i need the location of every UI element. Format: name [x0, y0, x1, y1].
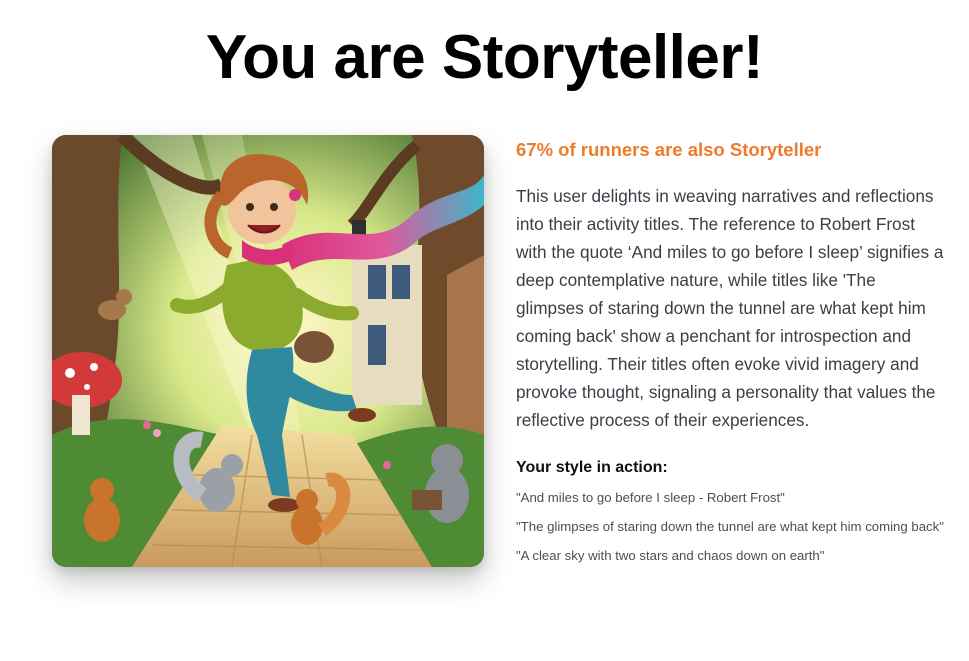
page-title: You are Storyteller! [205, 23, 764, 92]
example-quote: "The glimpses of staring down the tunnel… [516, 519, 944, 534]
persona-description: This user delights in weaving narratives… [516, 186, 944, 430]
runner-percentage-stat: 67% of runners are also Storyteller [516, 139, 822, 160]
example-quote: "A clear sky with two stars and chaos do… [516, 548, 825, 563]
storyteller-illustration-icon [52, 135, 484, 567]
storyteller-illustration [52, 135, 484, 567]
style-in-action-heading: Your style in action: [516, 459, 668, 476]
example-quote: "And miles to go before I sleep - Robert… [516, 490, 785, 505]
result-panel: 67% of runners are also Storyteller This… [516, 138, 946, 575]
